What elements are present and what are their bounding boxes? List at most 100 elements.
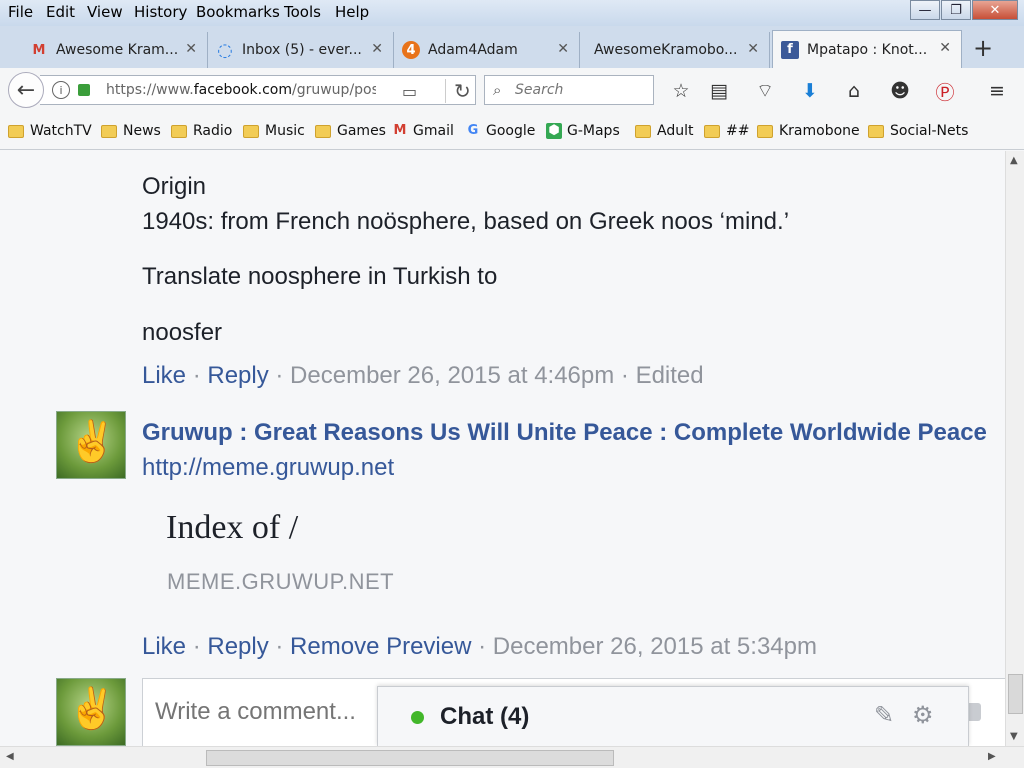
back-arrow-icon: ←: [16, 77, 36, 103]
vertical-scrollbar[interactable]: ▲ ▼: [1005, 151, 1024, 746]
search-bar[interactable]: ⌕: [484, 75, 654, 105]
menu-hamburger-icon[interactable]: ≡: [984, 78, 1010, 104]
folder-icon: [8, 124, 24, 138]
link-preview-domain: MEME.GRUWUP.NET: [167, 569, 395, 594]
close-tab-icon[interactable]: ✕: [557, 41, 569, 57]
origin-text: 1940s: from French noösphere, based on G…: [142, 208, 790, 235]
reading-list-icon[interactable]: ▤: [706, 78, 732, 104]
gear-icon[interactable]: ⚙: [912, 701, 934, 729]
comment-meta-2: Like · Reply · Remove Preview · December…: [142, 633, 817, 660]
maps-icon: ⬢: [546, 123, 562, 139]
menu-bookmarks[interactable]: Bookmarks: [196, 3, 280, 21]
bookmark-kramobone[interactable]: Kramobone: [757, 123, 860, 139]
close-tab-icon[interactable]: ✕: [185, 41, 197, 57]
menu-tools[interactable]: Tools: [284, 3, 321, 21]
url-text[interactable]: https://www.facebook.com/gruwup/pos: [106, 82, 376, 98]
chat-tab[interactable]: Chat (4) ✎ ⚙: [377, 686, 969, 746]
tab-adam4adam[interactable]: 4 Adam4Adam ✕: [394, 32, 580, 68]
timestamp[interactable]: December 26, 2015 at 5:34pm: [493, 633, 817, 660]
bookmark-star-icon[interactable]: ☆: [668, 78, 694, 104]
avatar: ✌: [56, 678, 126, 746]
lock-icon: [78, 84, 90, 96]
info-icon[interactable]: i: [52, 81, 70, 99]
reply-link[interactable]: Reply: [207, 633, 268, 660]
chat-label: Chat (4): [440, 703, 530, 730]
origin-label: Origin: [142, 173, 207, 200]
menu-history[interactable]: History: [134, 3, 187, 21]
bookmark-hash[interactable]: ##: [704, 123, 749, 139]
edited-label[interactable]: Edited: [636, 362, 704, 389]
reader-view-icon[interactable]: ▭: [402, 82, 417, 101]
scroll-left-icon[interactable]: ◀: [6, 751, 14, 762]
scroll-up-icon[interactable]: ▲: [1010, 155, 1018, 166]
folder-icon: [171, 124, 187, 138]
timestamp[interactable]: December 26, 2015 at 4:46pm: [290, 362, 614, 389]
online-status-icon: [411, 711, 424, 724]
menu-edit[interactable]: Edit: [46, 3, 75, 21]
reply-link[interactable]: Reply: [207, 362, 268, 389]
search-input[interactable]: [513, 80, 643, 100]
tab-label: Adam4Adam: [428, 42, 518, 58]
bookmark-radio[interactable]: Radio: [171, 123, 232, 139]
download-icon[interactable]: ⬇: [797, 78, 823, 104]
back-button[interactable]: ←: [8, 72, 44, 108]
menu-help[interactable]: Help: [335, 3, 369, 21]
tab-gmail[interactable]: M Awesome Kram... ✕: [22, 32, 208, 68]
adam4adam-icon: 4: [402, 41, 420, 59]
folder-icon: [868, 124, 884, 138]
bookmark-google[interactable]: G Google: [465, 123, 536, 139]
google-icon: G: [467, 123, 479, 138]
pinterest-icon[interactable]: Ⓟ: [932, 78, 958, 104]
minimize-button[interactable]: —: [910, 0, 940, 20]
scroll-down-icon[interactable]: ▼: [1010, 731, 1018, 742]
pocket-icon[interactable]: ⌔: [752, 78, 778, 104]
tab-mpatapo[interactable]: f Mpatapo : Knot... ✕: [772, 30, 962, 68]
bookmark-social-nets[interactable]: Social-Nets: [868, 123, 968, 139]
hello-icon[interactable]: ☻: [887, 78, 913, 104]
bookmark-watchtv[interactable]: WatchTV: [8, 123, 92, 139]
close-tab-icon[interactable]: ✕: [371, 41, 383, 57]
bookmark-gmaps[interactable]: ⬢ G-Maps: [546, 123, 620, 139]
home-icon[interactable]: ⌂: [841, 78, 867, 104]
close-button[interactable]: ✕: [972, 0, 1018, 20]
bookmark-news[interactable]: News: [101, 123, 161, 139]
scroll-right-icon[interactable]: ▶: [988, 751, 996, 762]
url-bar[interactable]: i https://www.facebook.com/gruwup/pos ▭ …: [40, 75, 476, 105]
url-link[interactable]: http://meme.gruwup.net: [142, 454, 394, 481]
folder-icon: [101, 124, 117, 138]
close-tab-icon[interactable]: ✕: [939, 40, 951, 56]
like-link[interactable]: Like: [142, 362, 186, 389]
bookmark-games[interactable]: Games: [315, 123, 386, 139]
tab-label: Mpatapo : Knot...: [807, 41, 928, 58]
tab-bar: M Awesome Kram... ✕ ◌ Inbox (5) - ever..…: [0, 26, 1024, 68]
maximize-button[interactable]: ❐: [941, 0, 971, 20]
reload-icon[interactable]: ↻: [445, 79, 471, 103]
tab-inbox[interactable]: ◌ Inbox (5) - ever... ✕: [208, 32, 394, 68]
bookmark-gmail[interactable]: M Gmail: [392, 123, 454, 139]
scroll-thumb[interactable]: [1008, 674, 1023, 714]
link-preview-title[interactable]: Index of /: [166, 509, 298, 547]
tab-label: AwesomeKramobo...: [594, 42, 738, 58]
close-tab-icon[interactable]: ✕: [747, 41, 759, 57]
search-icon: ⌕: [493, 81, 502, 99]
author-name-link[interactable]: Gruwup : Great Reasons Us Will Unite Pea…: [142, 419, 987, 446]
loading-icon: ◌: [217, 39, 233, 61]
menu-file[interactable]: File: [8, 3, 33, 21]
gmail-icon: M: [393, 123, 407, 138]
scroll-thumb[interactable]: [206, 750, 614, 766]
tab-awesomekramobone[interactable]: AwesomeKramobo... ✕: [580, 32, 770, 68]
menu-view[interactable]: View: [87, 3, 123, 21]
horizontal-scrollbar[interactable]: ◀ ▶: [0, 746, 1024, 768]
bookmarks-toolbar: WatchTV News Radio Music Games M Gmail GG…: [0, 114, 1024, 150]
like-link[interactable]: Like: [142, 633, 186, 660]
bookmark-music[interactable]: Music: [243, 123, 305, 139]
tab-label: Awesome Kram...: [56, 42, 179, 58]
gmail-icon: M: [32, 42, 46, 58]
comment-input[interactable]: [153, 697, 383, 727]
facebook-icon: f: [781, 40, 799, 59]
avatar[interactable]: ✌: [56, 411, 126, 479]
bookmark-adult[interactable]: Adult: [635, 123, 693, 139]
new-tab-button[interactable]: +: [968, 32, 998, 64]
new-message-icon[interactable]: ✎: [874, 701, 894, 729]
remove-preview-link[interactable]: Remove Preview: [290, 633, 471, 660]
